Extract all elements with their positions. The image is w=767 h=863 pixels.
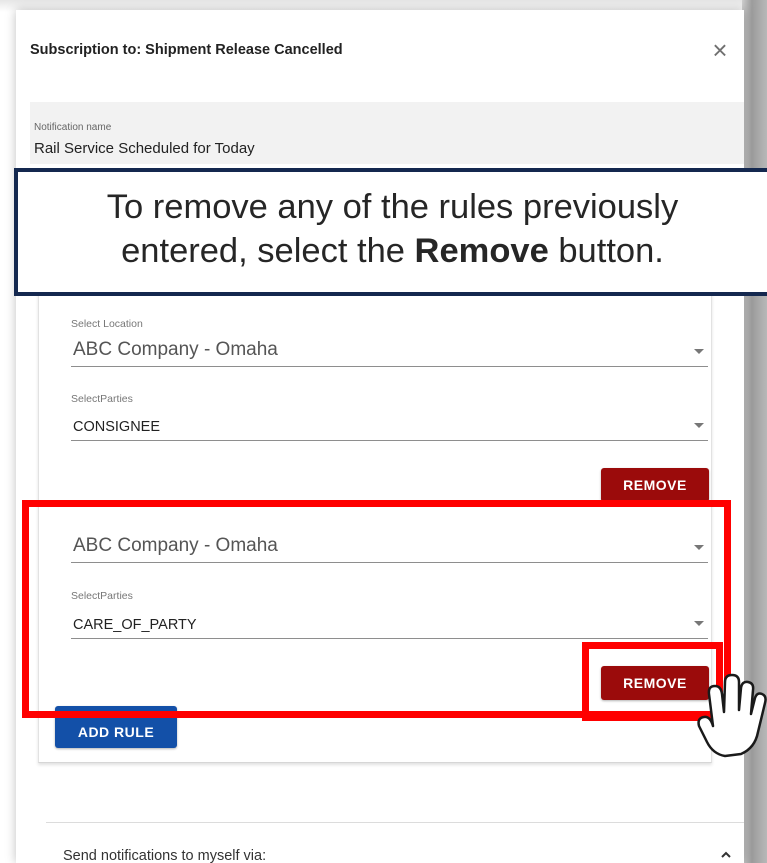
callout-line-2: entered, select the Remove button. (18, 229, 767, 273)
remove-rule-2-button[interactable]: REMOVE (601, 666, 709, 700)
notification-name-field[interactable]: Notification name Rail Service Scheduled… (30, 102, 744, 164)
select-location-label: Select Location (71, 318, 143, 330)
location-value-2: ABC Company - Omaha (73, 535, 278, 556)
callout-line-2-start: entered, select the (121, 232, 415, 270)
chevron-down-icon (694, 349, 704, 354)
location-select-2[interactable]: ABC Company - Omaha (71, 532, 708, 563)
select-parties-label-2: SelectParties (71, 590, 133, 602)
location-value-1: ABC Company - Omaha (73, 339, 278, 360)
close-icon[interactable]: × (708, 37, 732, 63)
parties-select-2[interactable]: CARE_OF_PARTY (71, 608, 708, 639)
select-parties-label-1: SelectParties (71, 393, 133, 405)
chevron-down-icon (694, 545, 704, 550)
location-select-1[interactable]: ABC Company - Omaha (71, 336, 708, 367)
remove-rule-1-button[interactable]: REMOVE (601, 468, 709, 502)
callout-line-2-end: button. (548, 232, 664, 270)
add-rule-button[interactable]: ADD RULE (55, 706, 177, 748)
chevron-up-icon[interactable] (719, 848, 733, 862)
section-divider (46, 822, 744, 823)
parties-value-2: CARE_OF_PARTY (73, 617, 197, 633)
send-notifications-label: Send notifications to myself via: (63, 848, 267, 863)
chevron-down-icon (694, 621, 704, 626)
instruction-callout: To remove any of the rules previously en… (14, 168, 767, 296)
dialog-title: Subscription to: Shipment Release Cancel… (30, 42, 343, 58)
notification-name-value: Rail Service Scheduled for Today (34, 140, 255, 157)
callout-line-1: To remove any of the rules previously (106, 188, 679, 226)
chevron-down-icon (694, 423, 704, 428)
notification-name-label: Notification name (34, 122, 112, 133)
callout-bold-remove: Remove (414, 232, 549, 270)
parties-select-1[interactable]: CONSIGNEE (71, 410, 708, 441)
parties-value-1: CONSIGNEE (73, 419, 161, 435)
hand-pointer-icon (695, 668, 767, 760)
